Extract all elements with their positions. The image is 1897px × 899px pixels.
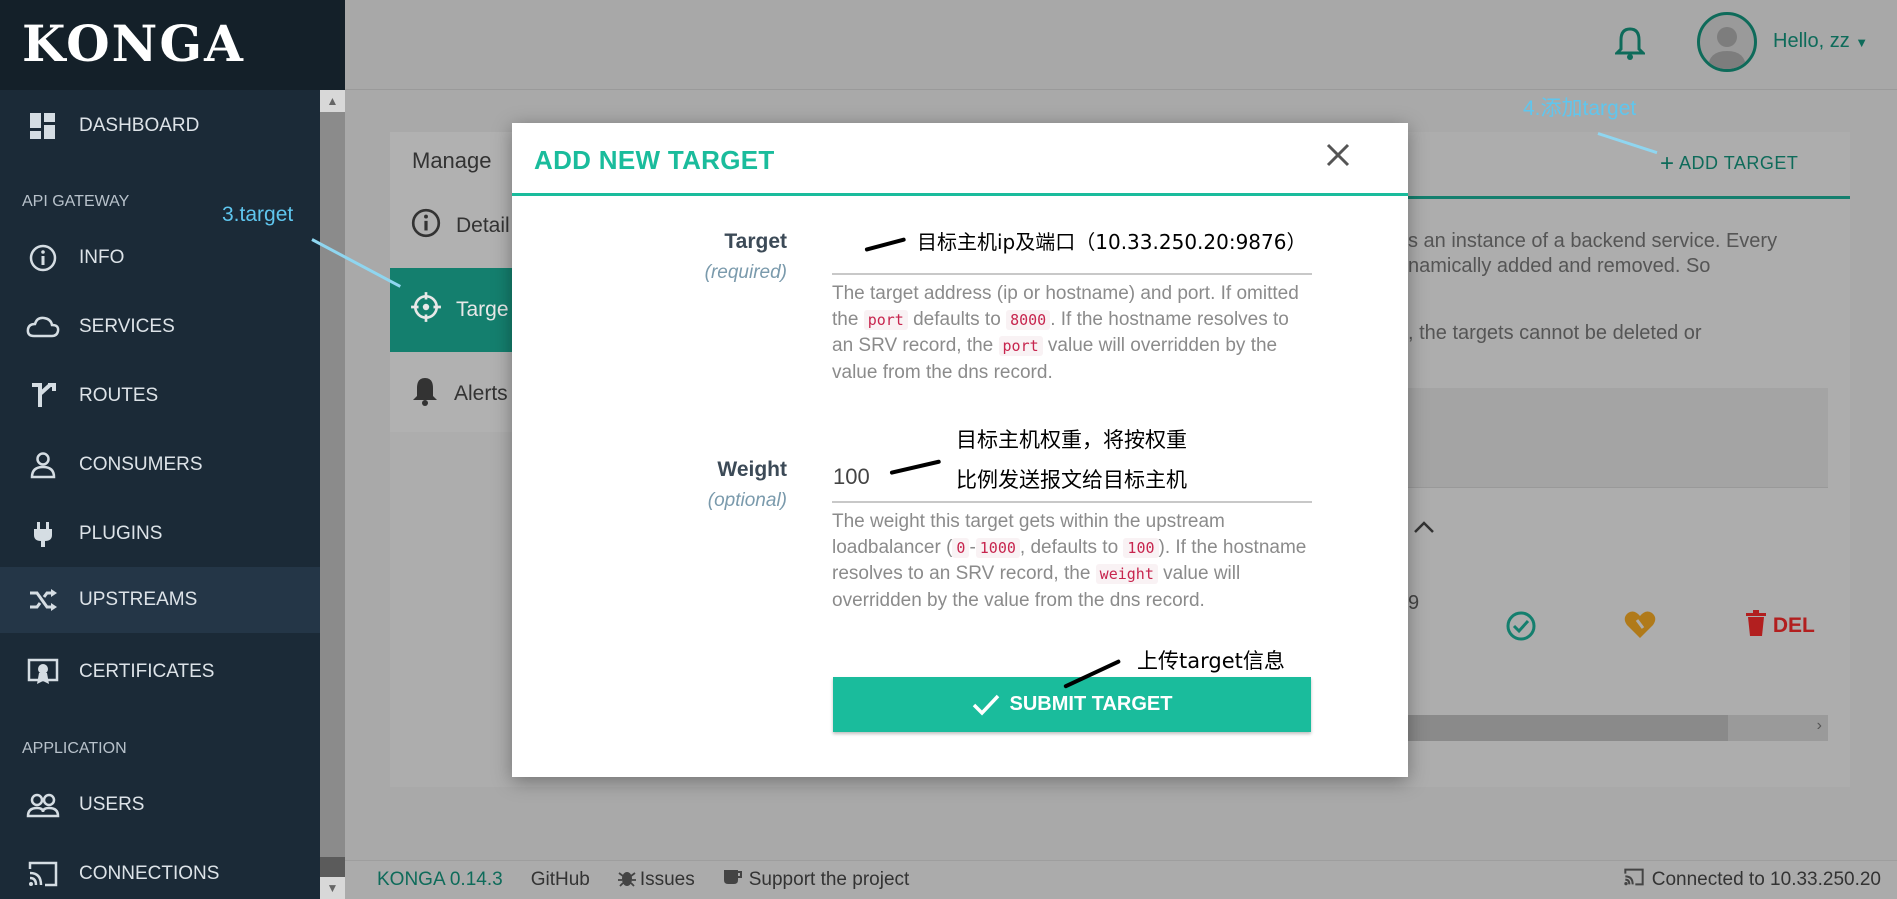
target-required-hint: (required) xyxy=(704,262,787,283)
sidebar-item-label: CONNECTIONS xyxy=(79,863,220,884)
tab-label: Targe xyxy=(456,298,509,321)
sidebar-item-consumers[interactable]: CONSUMERS xyxy=(0,432,320,498)
target-row-partial: 9 xyxy=(1408,592,1420,614)
sidebar: KONGA DASHBOARD API GATEWAY INFO SERVICE… xyxy=(0,0,345,899)
crosshair-icon xyxy=(410,291,442,329)
chevron-right-icon[interactable]: › xyxy=(1817,717,1822,735)
healthy-check-icon[interactable] xyxy=(1505,610,1537,647)
add-target-label: ADD TARGET xyxy=(1679,153,1799,173)
sidebar-item-services[interactable]: SERVICES xyxy=(0,294,320,360)
connection-label: Connected to 10.33.250.20 xyxy=(1651,869,1881,890)
scrollbar-thumb[interactable] xyxy=(320,112,345,857)
user-avatar[interactable] xyxy=(1697,12,1757,72)
sidebar-item-routes[interactable]: ROUTES xyxy=(0,363,320,429)
sidebar-item-label: CERTIFICATES xyxy=(79,661,215,682)
greeting-text: Hello, zz xyxy=(1773,30,1850,52)
close-icon[interactable] xyxy=(1320,137,1356,173)
support-link[interactable]: Support the project xyxy=(723,868,910,892)
weight-optional-hint: (optional) xyxy=(707,490,787,511)
info-icon xyxy=(410,207,442,245)
dashboard-icon xyxy=(23,111,63,141)
plus-icon: + xyxy=(1660,150,1675,177)
routes-icon xyxy=(23,381,63,411)
cast-icon xyxy=(23,859,63,889)
users-icon xyxy=(23,790,63,820)
modal-title: ADD NEW TARGET xyxy=(534,145,775,175)
scroll-down-arrow-icon[interactable]: ▼ xyxy=(320,877,345,899)
modal-header: ADD NEW TARGET xyxy=(512,123,1408,196)
info-icon xyxy=(23,243,63,273)
chevron-up-icon[interactable] xyxy=(1413,520,1435,539)
table-horizontal-scrollbar[interactable]: › xyxy=(1408,715,1828,741)
weight-label: Weight xyxy=(717,458,787,481)
manage-title: Manage xyxy=(412,148,492,173)
user-icon xyxy=(23,450,63,480)
add-target-modal: ADD NEW TARGET Target (required) The tar… xyxy=(512,123,1408,777)
sidebar-item-label: SERVICES xyxy=(79,316,175,337)
sidebar-scrollbar[interactable]: ▲ ▼ xyxy=(320,90,345,899)
trash-icon xyxy=(1745,610,1773,637)
tab-label: Alerts xyxy=(454,382,508,405)
unhealthy-heart-icon[interactable] xyxy=(1623,610,1657,645)
sidebar-item-dashboard[interactable]: DASHBOARD xyxy=(0,93,320,159)
shuffle-icon xyxy=(23,585,63,615)
annotation-submit-note: 上传target信息 xyxy=(1137,649,1285,673)
user-menu[interactable]: Hello, zz ▼ xyxy=(1773,30,1868,53)
delete-label: DEL xyxy=(1772,614,1815,637)
annotation-target-note: 目标主机ip及端口（10.33.250.20:9876） xyxy=(917,230,1307,254)
issues-label: Issues xyxy=(639,869,695,890)
github-link[interactable]: GitHub xyxy=(531,869,590,891)
annotation-weight-note-1: 目标主机权重，将按权重 xyxy=(956,428,1187,452)
sidebar-item-label: CONSUMERS xyxy=(79,454,203,475)
sidebar-item-label: DASHBOARD xyxy=(79,115,200,136)
sidebar-item-label: USERS xyxy=(79,794,145,815)
topbar xyxy=(345,0,1897,90)
targets-table-header xyxy=(1408,388,1828,488)
sidebar-item-label: PLUGINS xyxy=(79,523,163,544)
scroll-up-arrow-icon[interactable]: ▲ xyxy=(320,90,345,112)
footer: KONGA 0.14.3 GitHub Issues Support the p… xyxy=(345,860,1897,899)
support-label: Support the project xyxy=(748,869,910,890)
scrollbar-thumb[interactable] xyxy=(1408,715,1728,741)
sidebar-item-users[interactable]: USERS xyxy=(0,772,320,838)
submit-label: SUBMIT TARGET xyxy=(1009,693,1173,715)
issues-link[interactable]: Issues xyxy=(617,867,695,893)
certificate-icon xyxy=(23,657,63,687)
sidebar-item-label: UPSTREAMS xyxy=(79,589,198,610)
add-target-button[interactable]: + ADD TARGET xyxy=(1660,150,1798,178)
plug-icon xyxy=(23,519,63,549)
sidebar-item-certificates[interactable]: CERTIFICATES xyxy=(0,639,320,705)
version-label: KONGA 0.14.3 xyxy=(377,869,503,890)
delete-target-button[interactable]: DEL xyxy=(1745,610,1815,638)
annotation-step3: 3.target xyxy=(222,203,294,226)
annotation-weight-note-2: 比例发送报文给目标主机 xyxy=(956,468,1187,492)
weight-help-text: The weight this target gets within the u… xyxy=(832,511,1307,611)
description-line: , the targets cannot be deleted or xyxy=(1408,322,1702,344)
sidebar-item-upstreams[interactable]: UPSTREAMS xyxy=(0,567,320,633)
caret-down-icon: ▼ xyxy=(1855,35,1869,50)
target-help-text: The target address (ip or hostname) and … xyxy=(832,283,1299,383)
notifications-bell-icon[interactable] xyxy=(1613,25,1647,66)
cast-icon xyxy=(1622,867,1646,893)
tab-underline xyxy=(1408,196,1850,199)
sidebar-item-connections[interactable]: CONNECTIONS xyxy=(0,841,320,899)
sidebar-item-info[interactable]: INFO xyxy=(0,225,320,291)
description-line: namically added and removed. So xyxy=(1408,255,1711,277)
bell-icon xyxy=(410,375,440,413)
target-label: Target xyxy=(724,230,787,253)
sidebar-item-plugins[interactable]: PLUGINS xyxy=(0,501,320,567)
tab-label: Detail xyxy=(456,214,510,237)
konga-logo[interactable]: KONGA xyxy=(0,0,345,90)
coffee-icon xyxy=(723,868,743,892)
checkmark-icon xyxy=(972,694,999,716)
sidebar-item-label: ROUTES xyxy=(79,385,159,406)
section-application: APPLICATION xyxy=(22,740,127,757)
connection-status: Connected to 10.33.250.20 xyxy=(1622,867,1881,893)
section-api-gateway: API GATEWAY xyxy=(22,193,130,210)
description-line: s an instance of a backend service. Ever… xyxy=(1408,230,1778,252)
cloud-icon xyxy=(23,312,63,342)
bug-icon xyxy=(617,867,636,893)
sidebar-item-label: INFO xyxy=(79,247,125,268)
annotation-step4: 4.添加target xyxy=(1523,97,1637,120)
